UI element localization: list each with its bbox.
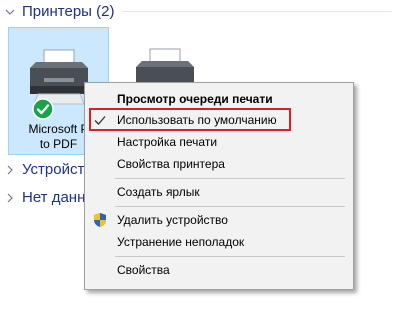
menu-item-label: Удалить устройство xyxy=(117,213,228,227)
group-divider xyxy=(122,11,393,12)
group-title-devices: Устройств xyxy=(22,161,93,178)
checkmark-icon xyxy=(94,116,106,125)
context-menu: Просмотр очереди печати Использовать по … xyxy=(84,82,354,290)
chevron-down-icon xyxy=(5,9,15,15)
group-header-devices[interactable]: Устройств xyxy=(4,161,92,178)
menu-item-printer-properties[interactable]: Свойства принтера xyxy=(87,153,351,175)
menu-item-label: Свойства xyxy=(117,263,170,277)
menu-item-troubleshoot[interactable]: Устранение неполадок xyxy=(87,231,351,253)
menu-item-printing-preferences[interactable]: Настройка печати xyxy=(87,131,351,153)
menu-item-remove-device[interactable]: Удалить устройство xyxy=(87,209,351,231)
menu-separator xyxy=(115,178,345,179)
menu-item-view-print-queue[interactable]: Просмотр очереди печати xyxy=(87,88,351,110)
menu-item-set-as-default[interactable]: Использовать по умолчанию xyxy=(87,109,351,131)
menu-item-label: Настройка печати xyxy=(117,135,218,149)
menu-separator xyxy=(115,206,345,207)
group-header-printers[interactable]: Принтеры (2) xyxy=(4,3,393,20)
uac-shield-icon xyxy=(94,213,106,227)
menu-item-label: Свойства принтера xyxy=(117,157,225,171)
default-printer-check-icon xyxy=(32,98,54,120)
menu-item-label: Создать ярлык xyxy=(117,185,200,199)
menu-item-properties[interactable]: Свойства xyxy=(87,259,351,281)
menu-separator xyxy=(115,256,345,257)
chevron-right-icon xyxy=(7,165,13,174)
menu-item-label: Устранение неполадок xyxy=(117,235,245,249)
chevron-right-icon xyxy=(7,193,13,202)
group-title-printers: Принтеры (2) xyxy=(22,3,115,20)
menu-item-label: Использовать по умолчанию xyxy=(117,113,277,127)
menu-item-create-shortcut[interactable]: Создать ярлык xyxy=(87,181,351,203)
menu-item-label: Просмотр очереди печати xyxy=(117,92,273,106)
group-header-no-data[interactable]: Нет данны xyxy=(4,189,96,206)
